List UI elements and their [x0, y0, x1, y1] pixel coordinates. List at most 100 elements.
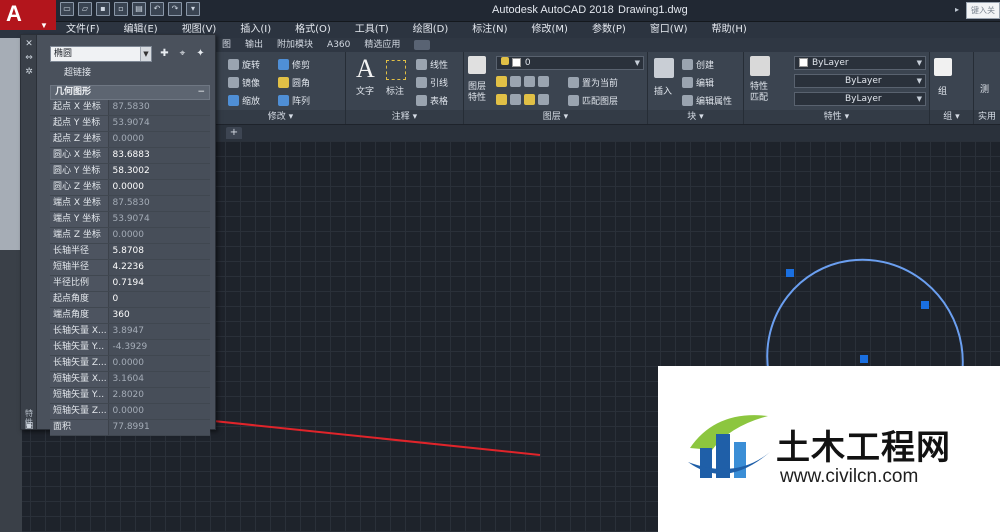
menu-item[interactable]: 插入(I) [240, 22, 271, 38]
plot-icon[interactable]: ▤ [132, 2, 146, 16]
settings-icon[interactable]: ✲ [24, 67, 34, 77]
insert-block-icon[interactable] [654, 58, 674, 78]
property-row[interactable]: 起点 X 坐标 87.5830 [50, 100, 210, 117]
insert-block-button[interactable]: 插入 [654, 84, 672, 97]
color-dropdown[interactable]: ByLayer ▼ [794, 56, 926, 70]
property-row[interactable]: 起点 Z 坐标 0.0000 [50, 131, 210, 149]
ribbon-tab[interactable]: 图 [222, 38, 231, 52]
property-row[interactable]: 短轴矢量 Z... 0.0000 [50, 403, 210, 421]
open-file-icon[interactable]: ▱ [78, 2, 92, 16]
panel-group-title[interactable]: 组 ▾ [930, 110, 973, 124]
match-properties-icon[interactable] [750, 56, 770, 76]
object-type-dropdown[interactable]: 椭圆 ▼ [50, 46, 152, 62]
toggle-pickadd-icon[interactable]: ✚ [158, 47, 171, 60]
collapse-icon[interactable]: − [197, 86, 205, 99]
quick-select-icon[interactable]: ✦ [194, 47, 207, 60]
ribbon-minimize-toggle[interactable] [414, 40, 431, 50]
rotate-button[interactable]: 旋转 [228, 58, 260, 71]
ribbon-tab[interactable]: A360 [327, 38, 350, 52]
redo-icon[interactable]: ↷ [168, 2, 182, 16]
property-row[interactable]: 长轴矢量 Z... 0.0000 [50, 355, 210, 373]
property-row[interactable]: 半径比例 0.7194 [50, 275, 210, 293]
save-icon[interactable]: ▪ [96, 2, 110, 16]
property-row[interactable]: 圆心 X 坐标 83.6883 [50, 147, 210, 165]
property-value[interactable]: 4.2236 [108, 259, 210, 277]
group-icon[interactable] [934, 58, 952, 76]
edit-block-button[interactable]: 编辑 [682, 76, 714, 89]
property-row[interactable]: 起点 Y 坐标 53.9074 [50, 115, 210, 133]
layer-tools-row1[interactable] [496, 76, 549, 87]
search-arrow-icon[interactable]: ▸ [955, 5, 959, 14]
ellipse-grip-quadrant[interactable] [786, 269, 794, 277]
geometry-section-header[interactable]: 几何图形 − [50, 85, 210, 100]
property-value[interactable]: 0.0000 [108, 179, 210, 197]
menu-item[interactable]: 标注(N) [472, 22, 507, 38]
palette-menu-icon[interactable]: ▣ [24, 421, 34, 431]
property-row[interactable]: 端点 Z 坐标 0.0000 [50, 227, 210, 245]
panel-utilities-title[interactable]: 实用 [974, 110, 1000, 124]
match-properties-button[interactable]: 特性 匹配 [750, 82, 768, 104]
property-value[interactable]: 5.8708 [108, 243, 210, 261]
match-layer-button[interactable]: 匹配图层 [568, 94, 618, 107]
property-row[interactable]: 端点角度 360 [50, 307, 210, 325]
table-button[interactable]: 表格 [416, 94, 448, 107]
new-file-icon[interactable]: ▭ [60, 2, 74, 16]
menu-item[interactable]: 窗口(W) [650, 22, 688, 38]
property-row[interactable]: 长轴矢量 X... 3.8947 [50, 323, 210, 341]
undo-icon[interactable]: ↶ [150, 2, 164, 16]
menu-item[interactable]: 工具(T) [355, 22, 389, 38]
menu-item[interactable]: 参数(P) [592, 22, 626, 38]
auto-hide-icon[interactable]: ⇔ [24, 53, 34, 63]
customize-qat-icon[interactable]: ▾ [186, 2, 200, 16]
array-button[interactable]: 阵列 [278, 94, 310, 107]
property-row[interactable]: 圆心 Y 坐标 58.3002 [50, 163, 210, 181]
property-value[interactable]: 83.6883 [108, 147, 210, 165]
panel-modify-title[interactable]: 修改 ▾ [216, 110, 345, 124]
hyperlink-row[interactable]: 超链接 [50, 65, 210, 81]
property-row[interactable]: 长轴矢量 Y... -4.3929 [50, 339, 210, 357]
property-value[interactable]: 360 [108, 307, 210, 325]
panel-properties-title[interactable]: 特性 ▾ [744, 110, 929, 124]
edit-attributes-button[interactable]: 编辑属性 [682, 94, 732, 107]
property-row[interactable]: 起点角度 0 [50, 291, 210, 309]
select-objects-icon[interactable]: ⌖ [176, 47, 189, 60]
property-row[interactable]: 短轴矢量 X... 3.1604 [50, 371, 210, 389]
dimension-button[interactable]: 标注 [386, 84, 404, 97]
property-value[interactable]: 58.3002 [108, 163, 210, 181]
lineweight-dropdown[interactable]: ByLayer ▼ [794, 92, 926, 106]
property-row[interactable]: 长轴半径 5.8708 [50, 243, 210, 261]
layer-dropdown[interactable]: 0 ▼ [496, 56, 644, 70]
text-button[interactable]: 文字 [356, 84, 374, 97]
menu-item[interactable]: 帮助(H) [712, 22, 747, 38]
linetype-dropdown[interactable]: ByLayer ▼ [794, 74, 926, 88]
set-current-button[interactable]: 置为当前 [568, 76, 618, 89]
text-icon[interactable]: A [356, 54, 375, 84]
group-button[interactable]: 组 [938, 84, 947, 97]
menu-item[interactable]: 修改(M) [532, 22, 568, 38]
mirror-button[interactable]: 镜像 [228, 76, 260, 89]
ribbon-tab[interactable]: 精选应用 [364, 38, 400, 52]
trim-button[interactable]: 修剪 [278, 58, 310, 71]
close-icon[interactable]: ✕ [24, 39, 34, 49]
linear-button[interactable]: 线性 [416, 58, 448, 71]
new-drawing-tab-button[interactable]: + [226, 127, 242, 139]
property-row[interactable]: 圆心 Z 坐标 0.0000 [50, 179, 210, 197]
layer-properties-button[interactable]: 图层 特性 [468, 82, 486, 104]
menu-item[interactable]: 格式(O) [295, 22, 331, 38]
ellipse-grip-center[interactable] [860, 355, 868, 363]
layer-properties-icon[interactable] [468, 56, 486, 74]
leader-button[interactable]: 引线 [416, 76, 448, 89]
ribbon-tab[interactable]: 输出 [245, 38, 263, 52]
measure-button[interactable]: 测 [980, 82, 989, 95]
ellipse-grip-start[interactable] [921, 301, 929, 309]
create-block-button[interactable]: 创建 [682, 58, 714, 71]
panel-layers-title[interactable]: 图层 ▾ [464, 110, 647, 124]
menu-item[interactable]: 绘图(D) [413, 22, 449, 38]
scale-button[interactable]: 缩放 [228, 94, 260, 107]
save-as-icon[interactable]: ▫ [114, 2, 128, 16]
property-row[interactable]: 端点 Y 坐标 53.9074 [50, 211, 210, 229]
property-value[interactable]: 0.7194 [108, 275, 210, 293]
ribbon-tab[interactable]: 附加模块 [277, 38, 313, 52]
layer-tools-row2[interactable] [496, 94, 549, 105]
property-row[interactable]: 短轴半径 4.2236 [50, 259, 210, 277]
